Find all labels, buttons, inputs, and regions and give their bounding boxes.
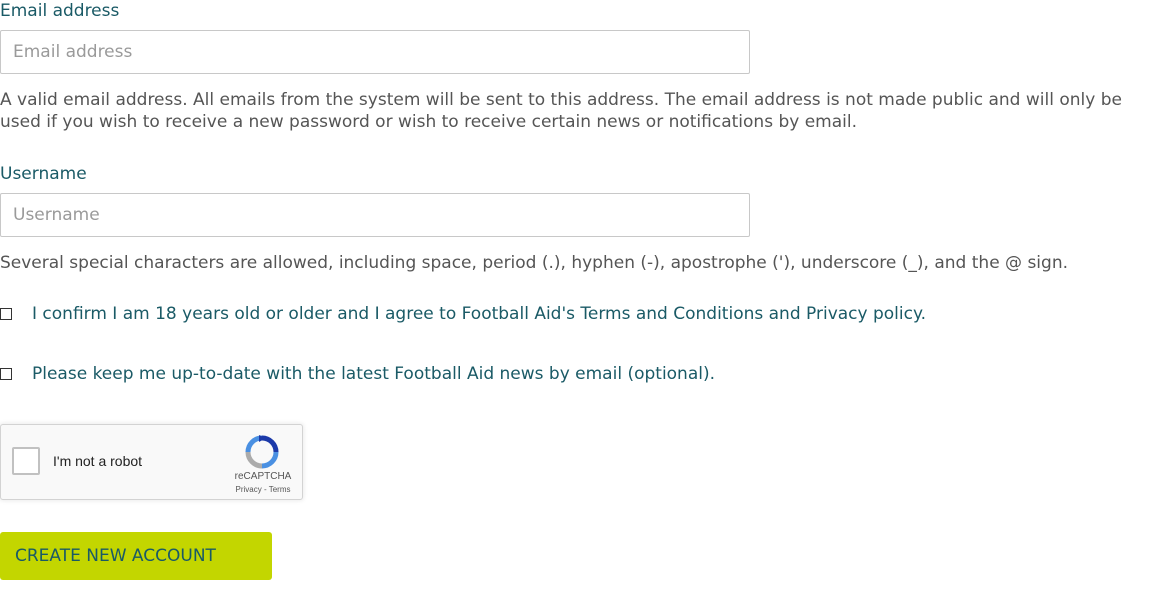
terms-checkbox-label[interactable]: I confirm I am 18 years old or older and…	[32, 304, 926, 324]
username-field[interactable]	[0, 193, 750, 237]
create-account-button[interactable]: CREATE NEW ACCOUNT	[0, 532, 272, 580]
username-label: Username	[0, 164, 87, 184]
newsletter-checkbox-label[interactable]: Please keep me up-to-date with the lates…	[32, 364, 715, 384]
recaptcha-label: I'm not a robot	[53, 453, 143, 469]
terms-checkbox[interactable]	[0, 308, 12, 320]
username-help-text: Several special characters are allowed, …	[0, 253, 1069, 273]
recaptcha-widget: I'm not a robot reCAPTCHA Privacy - Term…	[0, 424, 303, 500]
email-label: Email address	[0, 1, 120, 21]
terms-consent-row[interactable]: I confirm I am 18 years old or older and…	[0, 304, 926, 324]
email-help-text: A valid email address. All emails from t…	[0, 90, 1122, 132]
email-field[interactable]	[0, 30, 750, 74]
recaptcha-checkbox[interactable]	[12, 447, 40, 475]
newsletter-optin-row[interactable]: Please keep me up-to-date with the lates…	[0, 364, 715, 384]
newsletter-checkbox[interactable]	[0, 368, 12, 380]
recaptcha-links[interactable]: Privacy - Terms	[221, 485, 305, 494]
recaptcha-brand: reCAPTCHA	[234, 471, 292, 482]
recaptcha-logo-icon	[245, 435, 279, 469]
